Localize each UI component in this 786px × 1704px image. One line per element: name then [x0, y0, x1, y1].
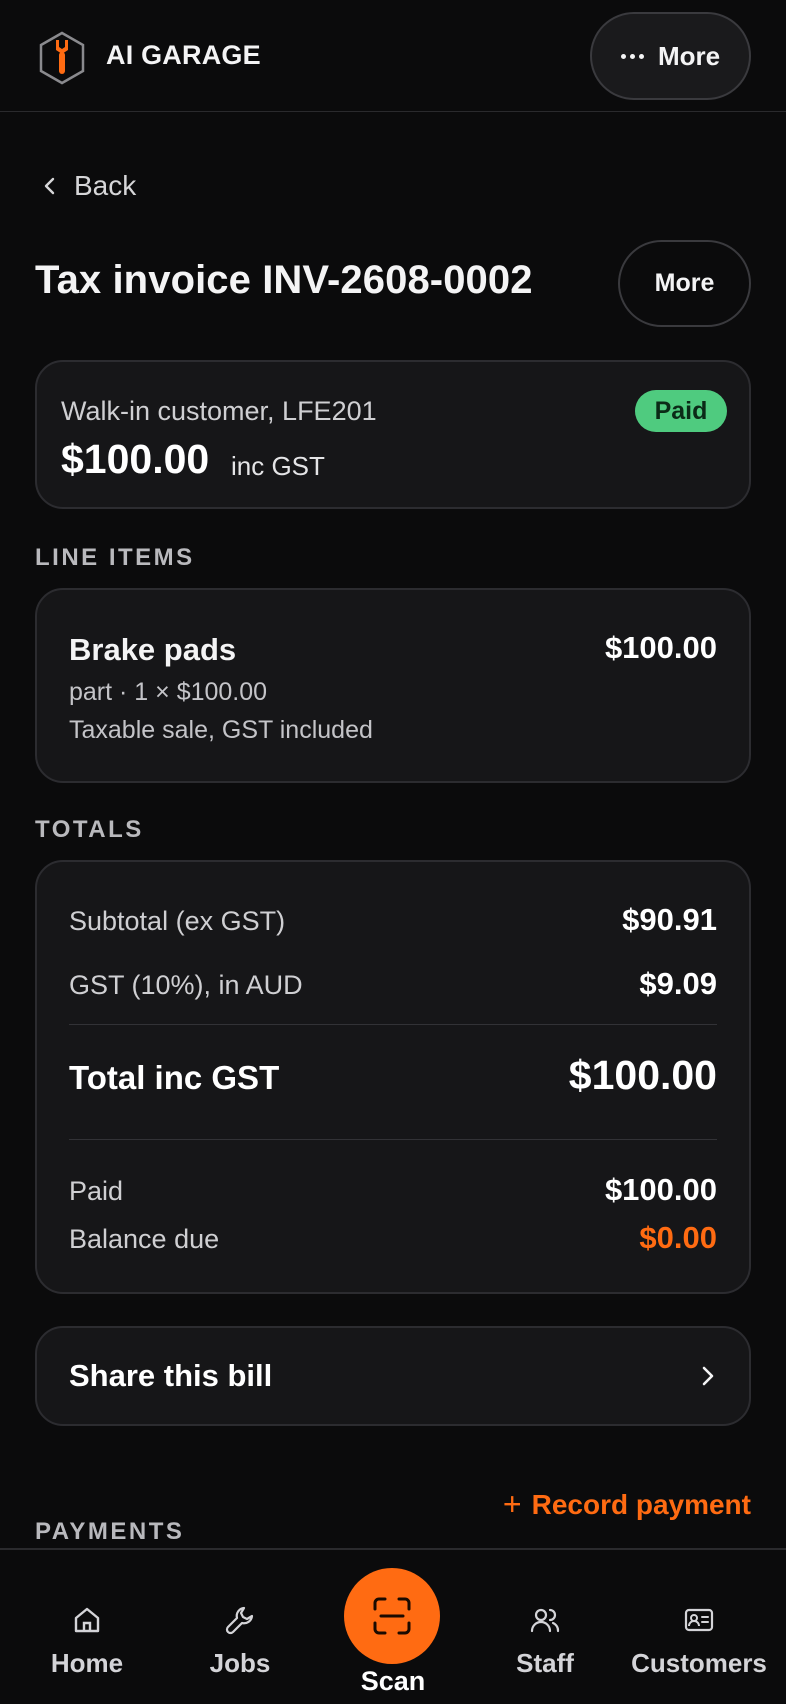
- nav-home[interactable]: Home: [12, 1550, 162, 1704]
- nav-customers-label: Customers: [631, 1648, 767, 1678]
- chevron-right-icon: [702, 1366, 714, 1386]
- home-icon: [74, 1607, 100, 1633]
- page-title: Tax invoice INV-2608-0002: [35, 258, 533, 302]
- share-bill-button[interactable]: Share this bill: [35, 1326, 751, 1426]
- record-payment-button[interactable]: + Record payment: [503, 1486, 751, 1523]
- ellipsis-icon: [620, 53, 644, 59]
- wrench-logo-icon: [39, 31, 85, 85]
- balance-label: Balance due: [69, 1224, 220, 1254]
- nav-staff-label: Staff: [516, 1648, 574, 1678]
- balance-row: Balance due $0.00: [69, 1220, 717, 1256]
- paid-row: Paid $100.00: [69, 1172, 717, 1208]
- subtotal-row: Subtotal (ex GST) $90.91: [69, 902, 717, 938]
- line-item-name: Brake pads: [69, 632, 237, 667]
- line-item-price: $100.00: [604, 630, 717, 665]
- plus-icon: +: [502, 1486, 522, 1522]
- back-link[interactable]: Back: [40, 170, 136, 202]
- paid-label: Paid: [69, 1176, 124, 1206]
- subtotal-label: Subtotal (ex GST): [69, 906, 286, 936]
- nav-customers[interactable]: Customers: [623, 1550, 775, 1704]
- nav-jobs[interactable]: Jobs: [165, 1550, 315, 1704]
- gst-row: GST (10%), in AUD $9.09: [69, 966, 717, 1002]
- totals-divider: [69, 1139, 717, 1140]
- app-name: AI GARAGE: [106, 40, 261, 70]
- wrench-icon: [225, 1606, 254, 1635]
- balance-value: $0.00: [639, 1220, 717, 1255]
- scan-icon: [373, 1597, 411, 1635]
- total-row: Total inc GST $100.00: [69, 1052, 717, 1099]
- line-item: Brake pads part · 1 × $100.00 Taxable sa…: [35, 588, 751, 783]
- status-badge: Paid: [635, 390, 727, 432]
- record-payment-label: Record payment: [531, 1488, 751, 1520]
- payments-heading: PAYMENTS: [35, 1518, 185, 1545]
- line-items-heading: LINE ITEMS: [35, 544, 195, 571]
- customer-vehicle: Walk-in customer, LFE201: [61, 396, 377, 426]
- nav-staff[interactable]: Staff: [470, 1550, 620, 1704]
- totals-card: Subtotal (ex GST) $90.91 GST (10%), in A…: [35, 860, 751, 1294]
- back-label: Back: [74, 170, 137, 201]
- chevron-left-icon: [44, 177, 55, 195]
- app-root: AI GARAGE More Back Tax invoice INV-2608…: [0, 0, 786, 1704]
- totals-heading: TOTALS: [35, 816, 144, 843]
- line-item-detail: part · 1 × $100.00: [69, 678, 268, 706]
- totals-divider: [69, 1024, 717, 1025]
- line-item-tax-note: Taxable sale, GST included: [69, 716, 373, 744]
- paid-value: $100.00: [604, 1172, 717, 1207]
- users-icon: [530, 1608, 560, 1633]
- total-label: Total inc GST: [69, 1059, 280, 1096]
- header-more-label: More: [657, 40, 721, 71]
- bottom-nav: Home Jobs Scan Staff Customers: [0, 1548, 786, 1704]
- top-bar: AI GARAGE More: [0, 0, 786, 112]
- invoice-more-button[interactable]: More: [618, 240, 751, 327]
- nav-home-label: Home: [50, 1648, 124, 1678]
- share-bill-label: Share this bill: [69, 1358, 273, 1393]
- amount-suffix: inc GST: [231, 451, 325, 481]
- scan-button[interactable]: [344, 1568, 440, 1664]
- subtotal-value: $90.91: [622, 902, 717, 937]
- id-card-icon: [684, 1608, 714, 1632]
- total-value: $100.00: [568, 1052, 717, 1098]
- nav-jobs-label: Jobs: [209, 1648, 271, 1678]
- invoice-summary-card: Walk-in customer, LFE201 $100.00 inc GST…: [35, 360, 751, 509]
- nav-scan-label: Scan: [360, 1666, 426, 1696]
- header-more-button[interactable]: More: [590, 12, 751, 100]
- invoice-amount: $100.00: [61, 436, 210, 482]
- gst-value: $9.09: [639, 966, 717, 1001]
- gst-label: GST (10%), in AUD: [69, 970, 303, 1000]
